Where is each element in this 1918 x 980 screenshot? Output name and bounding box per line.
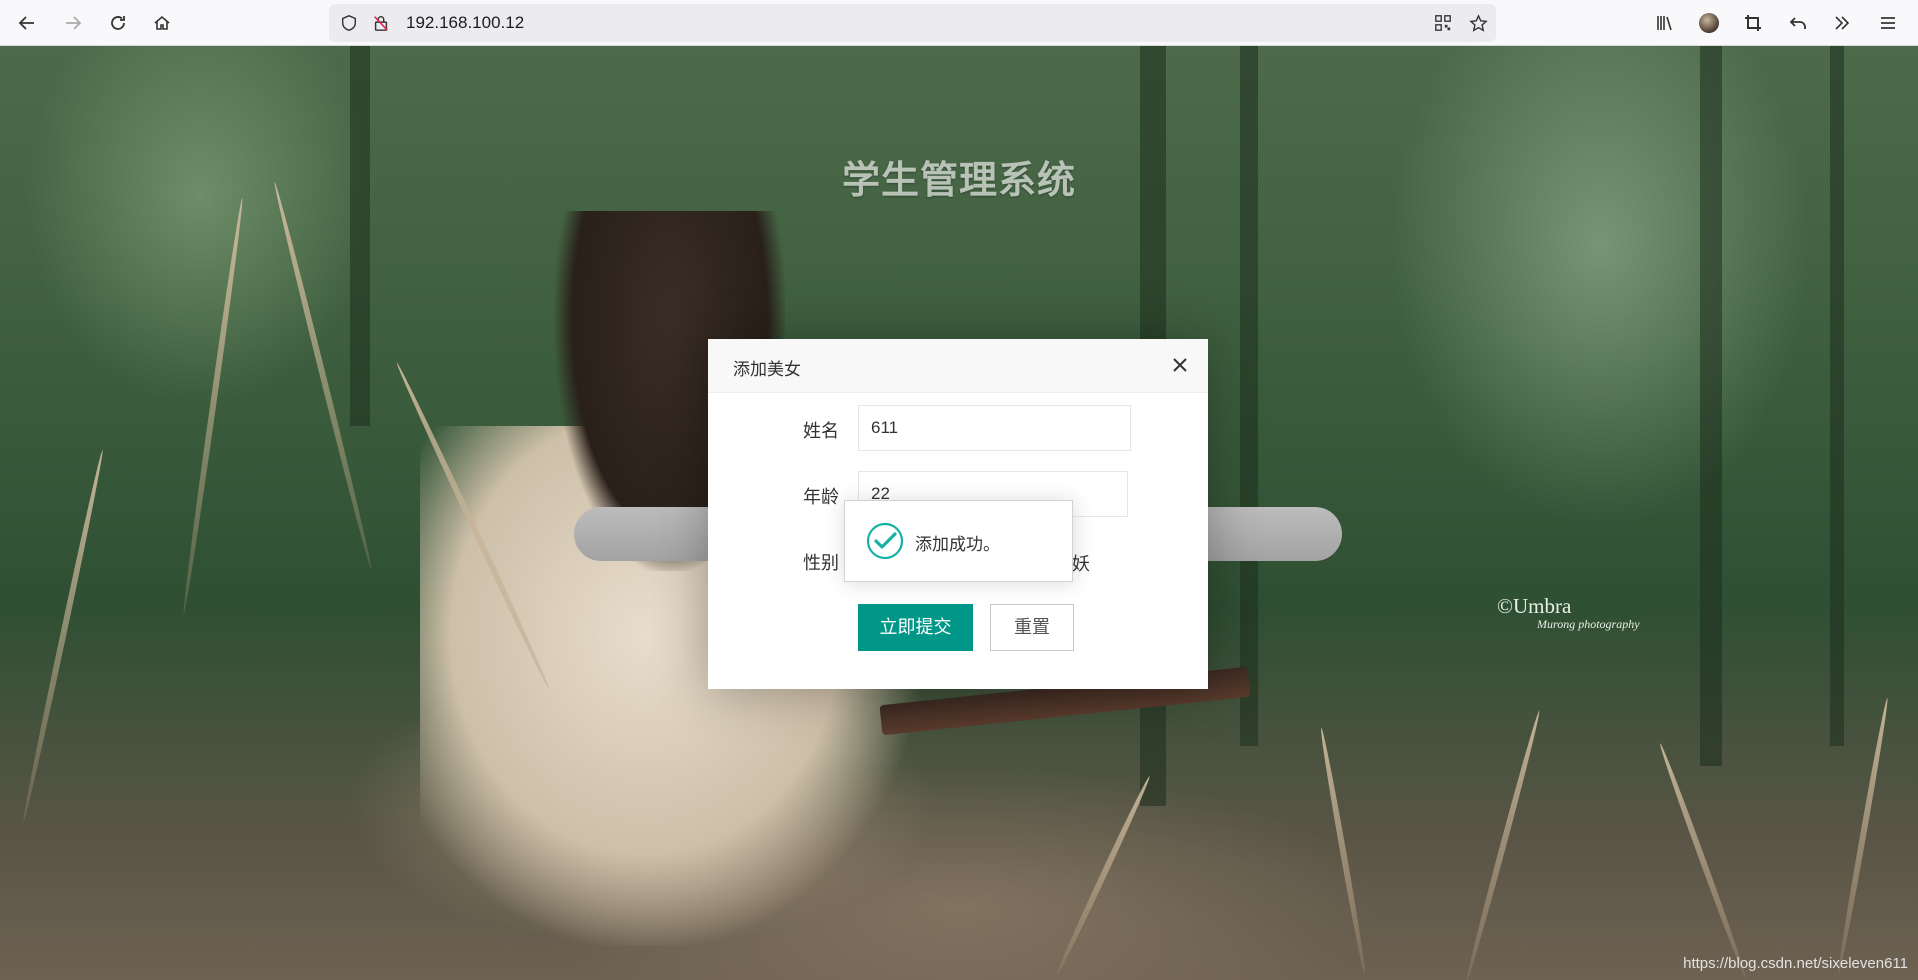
- background-tree: [350, 46, 370, 426]
- close-icon[interactable]: [1170, 355, 1190, 375]
- grass-stalk: [1657, 742, 1749, 980]
- back-icon[interactable]: [11, 7, 43, 39]
- age-label: 年龄: [803, 487, 839, 508]
- grass-stalk: [1053, 775, 1153, 977]
- undo-icon[interactable]: [1782, 7, 1814, 39]
- toast-message: 添加成功。: [915, 535, 1000, 555]
- submit-button[interactable]: 立即提交: [858, 604, 973, 651]
- check-circle-icon: [865, 521, 905, 561]
- success-toast: 添加成功。: [844, 500, 1073, 582]
- browser-toolbar: 192.168.100.12: [0, 0, 1918, 46]
- qr-code-icon[interactable]: [1433, 13, 1453, 33]
- name-label: 姓名: [803, 421, 839, 442]
- sex-option-label[interactable]: 妖: [1072, 550, 1090, 576]
- grass-stalk: [180, 197, 246, 615]
- watermark-brand: ©Umbra: [1497, 594, 1572, 618]
- shield-icon[interactable]: [339, 13, 359, 33]
- footer-source-url: https://blog.csdn.net/sixeleven611: [1683, 955, 1908, 972]
- grass-stalk: [20, 449, 106, 823]
- home-icon[interactable]: [146, 7, 178, 39]
- reload-icon[interactable]: [102, 7, 134, 39]
- avatar[interactable]: [1693, 7, 1725, 39]
- page-title: 学生管理系统: [841, 158, 1076, 202]
- library-icon[interactable]: [1648, 7, 1680, 39]
- insecure-lock-icon[interactable]: [371, 13, 391, 33]
- grass-stalk: [1463, 709, 1543, 980]
- reset-button[interactable]: 重置: [990, 604, 1074, 651]
- url-text[interactable]: 192.168.100.12: [406, 13, 524, 33]
- sex-label: 性别: [803, 553, 839, 574]
- overflow-chevron-icon[interactable]: [1826, 7, 1858, 39]
- forward-icon[interactable]: [57, 7, 89, 39]
- watermark-subtitle: Murong photography: [1537, 617, 1640, 631]
- crop-icon[interactable]: [1737, 7, 1769, 39]
- photo-watermark: ©Umbra Murong photography: [1497, 594, 1640, 632]
- menu-icon[interactable]: [1872, 7, 1904, 39]
- bookmark-star-icon[interactable]: [1468, 13, 1488, 33]
- dialog-title: 添加美女: [733, 360, 801, 380]
- url-bar[interactable]: 192.168.100.12: [329, 4, 1496, 42]
- grass-stalk: [1318, 727, 1368, 975]
- dialog-header: 添加美女: [708, 339, 1208, 393]
- name-input[interactable]: 611: [858, 405, 1131, 451]
